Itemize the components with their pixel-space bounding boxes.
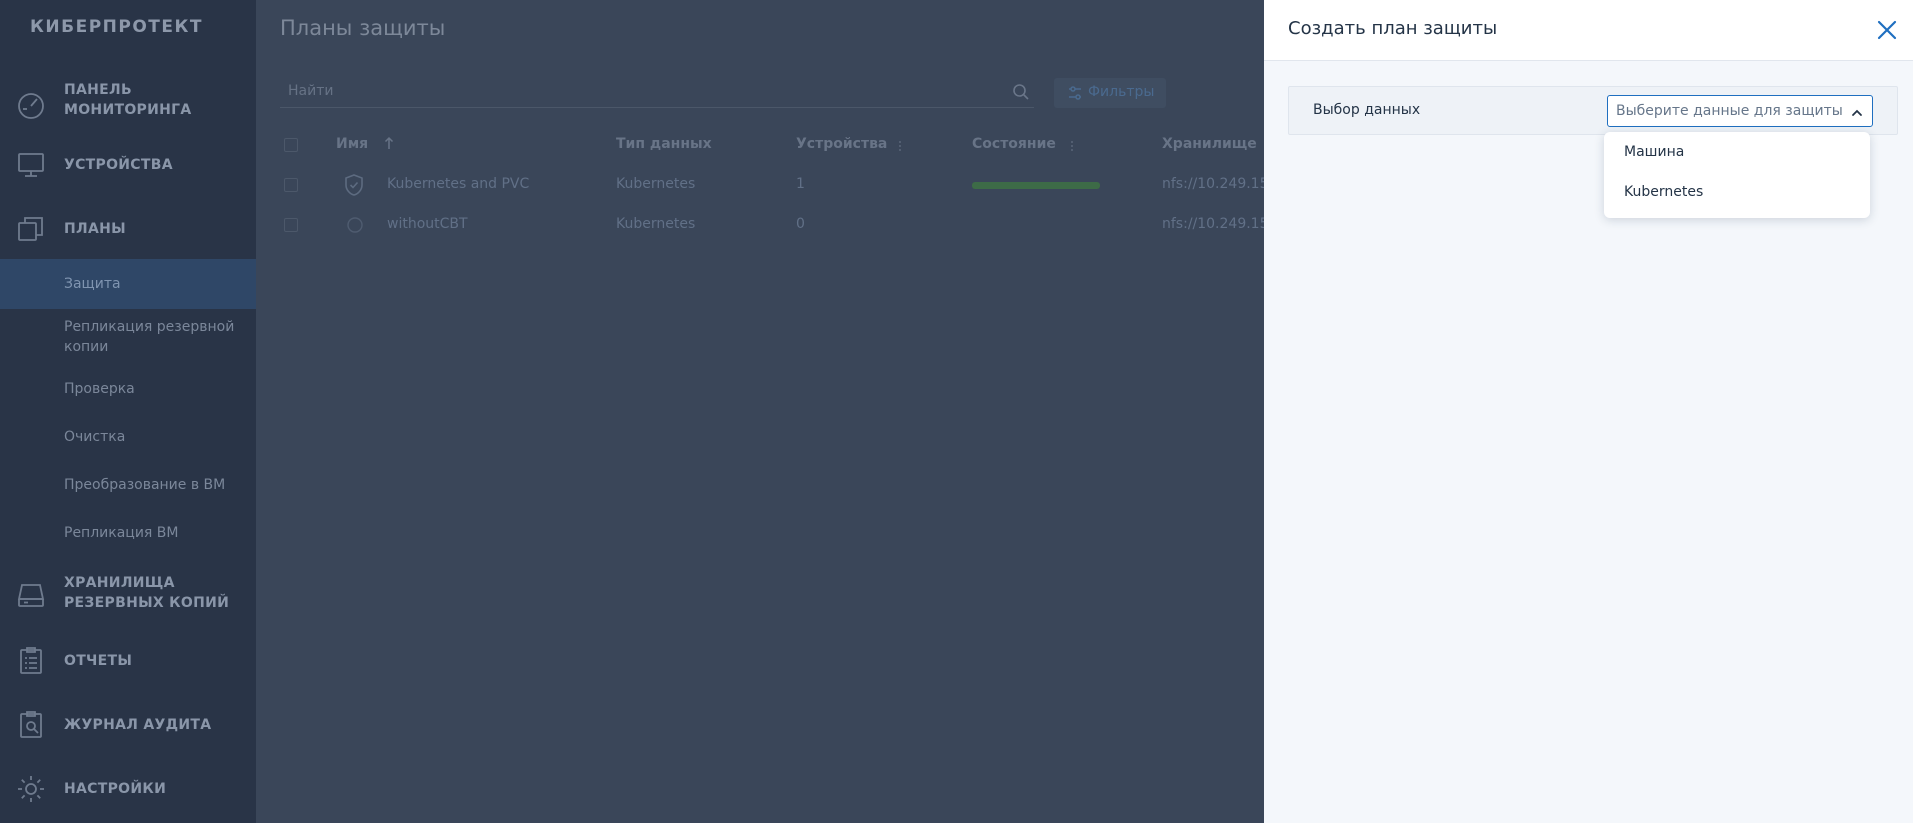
data-selection-label: Выбор данных [1313, 102, 1421, 118]
select-placeholder: Выберите данные для защиты [1616, 103, 1843, 119]
sidebar-item-plans[interactable]: ПЛАНЫ [0, 217, 256, 241]
sidebar: КИБЕРПРОТЕКТ ПАНЕЛЬ МОНИТОРИНГА УСТРОЙСТ… [0, 0, 256, 823]
sidebar-item-backup-storage[interactable]: ХРАНИЛИЩА РЕЗЕРВНЫХ КОПИЙ [0, 573, 256, 617]
plan-name[interactable]: withoutCBT [387, 216, 468, 232]
column-resize-handle-icon[interactable] [1070, 140, 1074, 156]
sidebar-item-settings[interactable]: НАСТРОЙКИ [0, 776, 256, 802]
sidebar-item-label: ПЛАНЫ [64, 221, 126, 237]
main-content: Планы защиты Найти Фильтры Имя Тип данны… [256, 0, 1277, 823]
sidebar-subitem-protection[interactable]: Защита [0, 259, 256, 309]
dropdown-option-machine[interactable]: Машина [1604, 135, 1870, 169]
search-icon[interactable] [1012, 83, 1030, 101]
sidebar-item-label: ПАНЕЛЬ МОНИТОРИНГА [64, 82, 192, 118]
page-title: Планы защиты [280, 16, 446, 40]
filters-label: Фильтры [1088, 84, 1155, 100]
sidebar-item-label: ХРАНИЛИЩА РЕЗЕРВНЫХ КОПИЙ [64, 575, 230, 611]
data-selection-row: Выбор данных Выберите данные для защиты [1288, 86, 1898, 135]
row-checkbox[interactable] [284, 218, 298, 232]
sidebar-subitem-backup-replication[interactable]: Репликация резервной копии [0, 317, 240, 357]
plan-devices: 1 [796, 176, 805, 192]
column-header-type[interactable]: Тип данных [616, 136, 712, 152]
column-header-name[interactable]: Имя [336, 136, 368, 152]
chevron-up-icon [1850, 105, 1864, 119]
sidebar-item-audit-log[interactable]: ЖУРНАЛ АУДИТА [0, 711, 256, 738]
audit-icon [14, 708, 48, 742]
reports-icon [14, 644, 48, 678]
search-placeholder: Найти [288, 83, 334, 99]
sort-ascending-icon[interactable] [384, 136, 394, 154]
gear-icon [14, 772, 48, 806]
column-header-status[interactable]: Состояние [972, 136, 1056, 152]
sidebar-subitem-vm-conversion[interactable]: Преобразование в ВМ [0, 475, 256, 495]
sidebar-item-dashboard[interactable]: ПАНЕЛЬ МОНИТОРИНГА [0, 80, 256, 130]
sidebar-item-label: ЖУРНАЛ АУДИТА [64, 717, 212, 733]
create-plan-panel: Создать план защиты Выбор данных Выберит… [1264, 0, 1913, 823]
sidebar-subitem-validation[interactable]: Проверка [0, 379, 256, 399]
row-checkbox[interactable] [284, 178, 298, 192]
filter-sliders-icon [1066, 84, 1084, 102]
dropdown-option-kubernetes[interactable]: Kubernetes [1604, 175, 1870, 209]
sidebar-item-reports[interactable]: ОТЧЕТЫ [0, 647, 256, 674]
sidebar-item-label: УСТРОЙСТВА [64, 157, 173, 173]
sidebar-subitem-cleanup[interactable]: Очистка [0, 427, 256, 447]
plans-icon [14, 212, 48, 246]
column-resize-handle-icon[interactable] [898, 140, 902, 156]
close-icon[interactable] [1873, 16, 1901, 44]
search-input[interactable]: Найти [280, 78, 1034, 108]
panel-title: Создать план защиты [1288, 18, 1498, 39]
sidebar-item-devices[interactable]: УСТРОЙСТВА [0, 153, 256, 177]
column-header-devices[interactable]: Устройства [796, 136, 887, 152]
panel-header: Создать план защиты [1264, 0, 1913, 61]
plan-type: Kubernetes [616, 176, 696, 192]
sidebar-subitem-vm-replication[interactable]: Репликация ВМ [0, 523, 256, 543]
plan-type: Kubernetes [616, 216, 696, 232]
data-type-select[interactable]: Выберите данные для защиты [1607, 95, 1873, 127]
filters-button[interactable]: Фильтры [1054, 78, 1166, 108]
progress-fill [972, 182, 1100, 189]
monitor-icon [14, 148, 48, 182]
shield-check-icon [344, 174, 364, 200]
plan-storage: nfs://10.249.154 [1162, 216, 1278, 232]
shield-empty-icon [346, 216, 364, 238]
dashboard-icon [14, 88, 48, 122]
column-header-storage[interactable]: Хранилище [1162, 136, 1257, 152]
status-progress-bar [972, 182, 1100, 189]
data-type-dropdown: Машина Kubernetes [1604, 132, 1870, 218]
plan-devices: 0 [796, 216, 805, 232]
select-all-checkbox[interactable] [284, 138, 298, 152]
plan-storage: nfs://10.249.154 [1162, 176, 1278, 192]
brand-logo: КИБЕРПРОТЕКТ [30, 17, 203, 37]
plan-name[interactable]: Kubernetes and PVC [387, 176, 529, 192]
sidebar-item-label: ОТЧЕТЫ [64, 653, 133, 669]
storage-icon [14, 578, 48, 612]
sidebar-item-label: НАСТРОЙКИ [64, 781, 167, 797]
